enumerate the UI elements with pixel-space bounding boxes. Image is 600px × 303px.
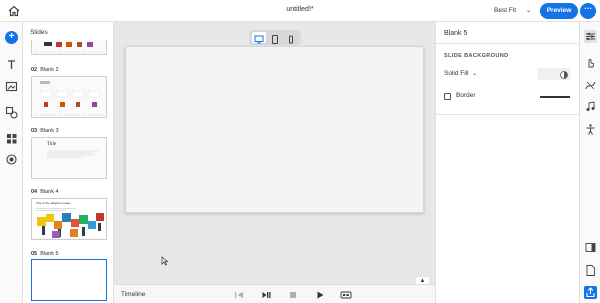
top-bar: untitled!* Best Fit ⌄ Preview ··· — [0, 0, 600, 22]
shapes-icon[interactable] — [5, 106, 18, 119]
properties-icon[interactable] — [584, 30, 597, 43]
right-toolbar — [579, 22, 600, 303]
tablet-view-button[interactable] — [268, 32, 282, 44]
canvas-area: ▲ — [114, 22, 435, 286]
border-checkbox[interactable] — [444, 93, 451, 100]
slide-thumbnail-art — [34, 81, 106, 116]
slide-thumbnail[interactable] — [31, 40, 107, 55]
effects-icon[interactable] — [584, 79, 597, 92]
chevron-down-icon[interactable]: ⌄ — [526, 7, 531, 14]
divider — [436, 114, 580, 115]
media-icon[interactable] — [5, 80, 18, 93]
slide-thumbnail-art — [34, 42, 106, 53]
slide-label[interactable]: 03 Blank 3 — [31, 128, 59, 134]
slide-thumbnail-art — [47, 150, 98, 158]
properties-title: Blank 5 — [444, 30, 468, 37]
more-options-button[interactable]: ··· — [580, 3, 596, 19]
slide-thumbnail[interactable] — [31, 76, 107, 118]
chevron-down-icon[interactable]: ⌄ — [472, 70, 477, 77]
slide-label[interactable]: 04 Blank 4 — [31, 189, 59, 195]
zoom-select[interactable]: Best Fit — [494, 7, 516, 14]
grid-icon[interactable] — [5, 132, 18, 145]
document-icon[interactable] — [584, 264, 597, 277]
mobile-view-button[interactable] — [284, 32, 298, 44]
slide-thumbnail-selected[interactable] — [31, 259, 107, 301]
slide-thumbnail-title: Title — [47, 142, 57, 147]
slide-name: Blank 2 — [40, 67, 59, 73]
audio-icon[interactable] — [584, 100, 597, 113]
record-icon[interactable] — [5, 153, 18, 166]
slide-thumbnail[interactable]: Title — [31, 137, 107, 179]
fill-type-select[interactable]: Solid Fill — [444, 70, 469, 77]
tablet-icon — [272, 35, 278, 44]
slide-label[interactable]: 02 Blank 2 — [31, 67, 59, 73]
add-icon[interactable]: + — [5, 31, 18, 44]
play-pause-icon[interactable] — [261, 290, 271, 300]
stop-icon[interactable] — [288, 290, 298, 300]
section-heading: SLIDE BACKGROUND — [444, 53, 509, 59]
text-icon[interactable] — [5, 58, 18, 71]
panel-icon[interactable] — [584, 241, 597, 254]
slide-thumbnail-heading: Title of the diagram image — [36, 201, 71, 205]
desktop-icon — [254, 35, 264, 44]
divider — [436, 43, 580, 44]
cc-icon[interactable] — [340, 290, 352, 300]
desktop-view-button[interactable] — [252, 32, 266, 44]
timeline-bar: Timeline — [114, 284, 435, 303]
slide-thumbnail-art — [34, 208, 106, 239]
slide-number: 02 — [31, 67, 38, 73]
slide-name: Blank 4 — [40, 189, 59, 195]
border-label: Border — [456, 92, 476, 99]
share-icon[interactable] — [584, 286, 597, 299]
slide-thumbnail[interactable]: Title of the diagram image — [31, 198, 107, 240]
accessibility-icon[interactable] — [584, 123, 597, 136]
border-style-preview[interactable] — [540, 96, 570, 98]
interactions-icon[interactable] — [584, 56, 597, 69]
left-toolbar: + — [0, 22, 23, 303]
color-swatch[interactable] — [537, 68, 571, 80]
slides-panel: Slides 02 Blank 2 03 Blank 3 Title 04 Bl… — [23, 22, 114, 303]
slide-label[interactable]: 05 Blank 5 — [31, 251, 59, 257]
mouse-cursor-icon — [161, 256, 169, 266]
play-icon[interactable] — [315, 290, 325, 300]
view-mode-toggle — [249, 30, 301, 45]
skip-back-icon[interactable] — [234, 290, 244, 300]
slide-number: 03 — [31, 128, 38, 134]
slide-number: 05 — [31, 251, 38, 257]
slide-name: Blank 3 — [40, 128, 59, 134]
slides-panel-title: Slides — [30, 29, 48, 36]
color-picker-icon — [560, 71, 568, 79]
properties-panel: Blank 5 SLIDE BACKGROUND Solid Fill ⌄ Bo… — [435, 22, 580, 303]
slide-canvas[interactable] — [125, 46, 424, 213]
mobile-icon — [289, 35, 293, 44]
timeline-label[interactable]: Timeline — [121, 291, 145, 298]
preview-button[interactable]: Preview — [540, 3, 578, 19]
slide-name: Blank 5 — [40, 251, 59, 257]
slide-number: 04 — [31, 189, 38, 195]
